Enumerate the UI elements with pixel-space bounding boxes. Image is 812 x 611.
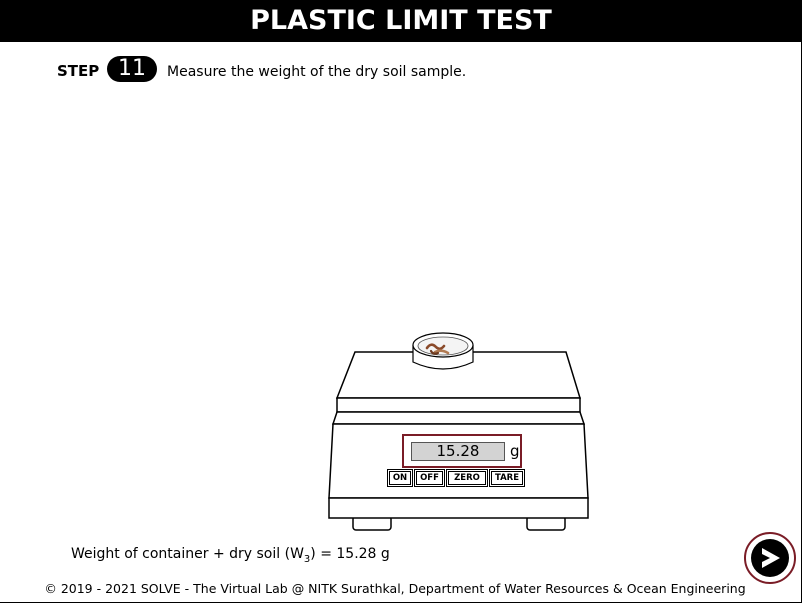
result-suffix: ) = 15.28 g [310, 546, 390, 562]
weighing-scale [328, 332, 589, 531]
scale-unit: g [510, 442, 520, 460]
scale-reading: 15.28 [411, 442, 505, 461]
scale-zero-button[interactable]: ZERO [446, 469, 488, 487]
scale-off-button[interactable]: OFF [414, 469, 445, 487]
footer-copyright: © 2019 - 2021 SOLVE - The Virtual Lab @ … [44, 581, 746, 596]
result-text: Weight of container + dry soil (W3) = 15… [71, 546, 390, 565]
step-number-badge: 11 [107, 56, 157, 82]
scale-platform-edge [336, 397, 581, 413]
step-instruction: Measure the weight of the dry soil sampl… [167, 64, 467, 80]
scale-display: 15.28 g [402, 434, 522, 468]
next-button[interactable] [744, 532, 796, 584]
step-label: STEP [57, 62, 100, 80]
scale-on-button[interactable]: ON [387, 469, 413, 487]
scale-body-top [331, 411, 586, 425]
next-arrow-icon [751, 539, 789, 577]
result-prefix: Weight of container + dry soil (W [71, 546, 304, 562]
scale-tare-button[interactable]: TARE [489, 469, 525, 487]
scale-base [328, 497, 589, 519]
page-title: PLASTIC LIMIT TEST [0, 0, 802, 42]
